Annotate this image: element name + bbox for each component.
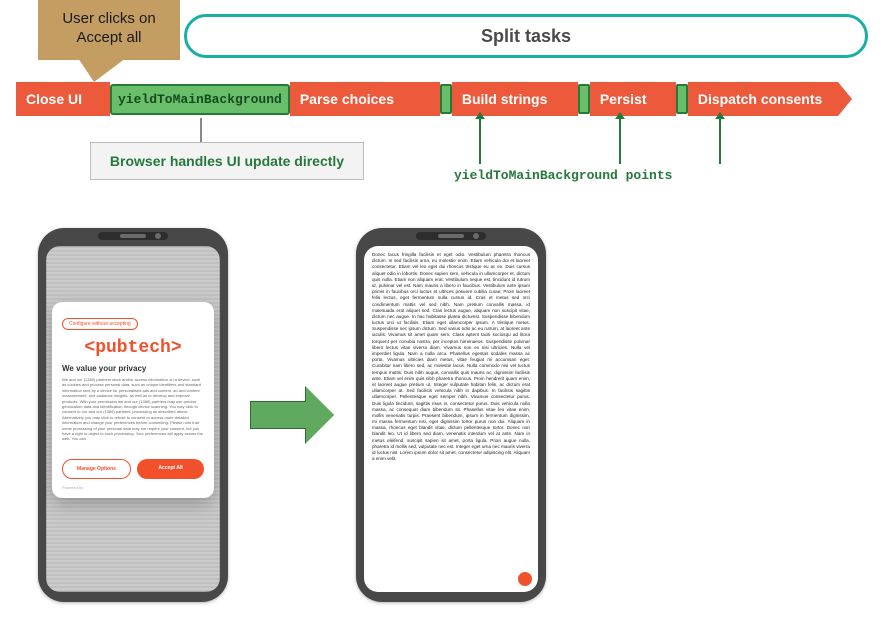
- chip-yield-label: yieldToMainBackground: [118, 92, 282, 107]
- transition-arrow-icon: [250, 387, 334, 443]
- callout-line2: Accept all: [44, 29, 174, 48]
- configure-link-label: Configure without accepting: [69, 321, 131, 327]
- task-parse-choices: Parse choices: [290, 82, 440, 116]
- yield-points-text: yieldToMainBackground points: [454, 168, 672, 183]
- angle-left-icon: <: [84, 338, 95, 358]
- callout-user-clicks: User clicks on Accept all: [38, 0, 180, 60]
- yield-point-3: [676, 84, 688, 114]
- manage-options-label: Manage Options: [77, 466, 116, 472]
- up-arrow-3-icon: [719, 118, 721, 164]
- task-dispatch-consents: Dispatch consents: [688, 82, 838, 116]
- phone-speaker-icon: [438, 234, 464, 238]
- task-persist-label: Persist: [600, 91, 647, 107]
- split-tasks-pill: Split tasks: [184, 14, 868, 58]
- up-arrow-2-icon: [619, 118, 621, 164]
- phone-before-screen: Configure without accepting <pubtech> We…: [46, 246, 220, 592]
- phone-after: Donec lacus fringilla facilisis et eget …: [356, 228, 546, 602]
- yield-point-2: [578, 84, 590, 114]
- explain-text: Browser handles UI update directly: [110, 153, 344, 169]
- phone-camera-icon: [155, 233, 161, 239]
- brand-text: pubtech: [95, 338, 171, 358]
- accept-all-button[interactable]: Accept All: [137, 459, 204, 479]
- phone-speaker-icon: [120, 234, 146, 238]
- article-text: Donec lacus fringilla facilisis et eget …: [372, 252, 530, 462]
- task-close-ui: Close UI: [16, 82, 110, 116]
- callout-line1: User clicks on: [44, 10, 174, 29]
- connector-line: [200, 118, 202, 142]
- explain-browser-handles-ui: Browser handles UI update directly: [90, 142, 364, 180]
- split-tasks-label: Split tasks: [481, 26, 571, 47]
- phones-row: Configure without accepting <pubtech> We…: [38, 228, 546, 602]
- dialog-body-text: We and our (1389) partners store and/or …: [62, 377, 204, 451]
- yield-point-1: [440, 84, 452, 114]
- angle-right-icon: >: [171, 338, 182, 358]
- powered-by-label: Powered by: [62, 485, 204, 490]
- configure-without-accepting-link[interactable]: Configure without accepting: [62, 318, 138, 330]
- floating-action-button[interactable]: [518, 572, 532, 586]
- task-build-label: Build strings: [462, 91, 548, 107]
- phone-camera-icon: [473, 233, 479, 239]
- task-dispatch-label: Dispatch consents: [698, 91, 822, 107]
- yield-points-label: yieldToMainBackground points: [454, 168, 672, 183]
- chip-yield-to-main: yieldToMainBackground: [110, 84, 290, 115]
- up-arrow-1-icon: [479, 118, 481, 164]
- task-persist: Persist: [590, 82, 676, 116]
- dialog-heading: We value your privacy: [62, 364, 204, 373]
- dialog-buttons: Manage Options Accept All: [62, 459, 204, 479]
- consent-dialog: Configure without accepting <pubtech> We…: [52, 302, 214, 498]
- brand-logo: <pubtech>: [62, 338, 204, 358]
- phone-after-screen: Donec lacus fringilla facilisis et eget …: [364, 246, 538, 592]
- article-content: Donec lacus fringilla facilisis et eget …: [364, 246, 538, 592]
- task-build-strings: Build strings: [452, 82, 578, 116]
- task-close-ui-label: Close UI: [26, 91, 82, 107]
- manage-options-button[interactable]: Manage Options: [62, 459, 131, 479]
- task-timeline: Close UI yieldToMainBackground Parse cho…: [16, 82, 852, 116]
- accept-all-label: Accept All: [158, 465, 182, 471]
- phone-before: Configure without accepting <pubtech> We…: [38, 228, 228, 602]
- task-parse-label: Parse choices: [300, 91, 394, 107]
- timeline-arrowhead-icon: [838, 82, 852, 116]
